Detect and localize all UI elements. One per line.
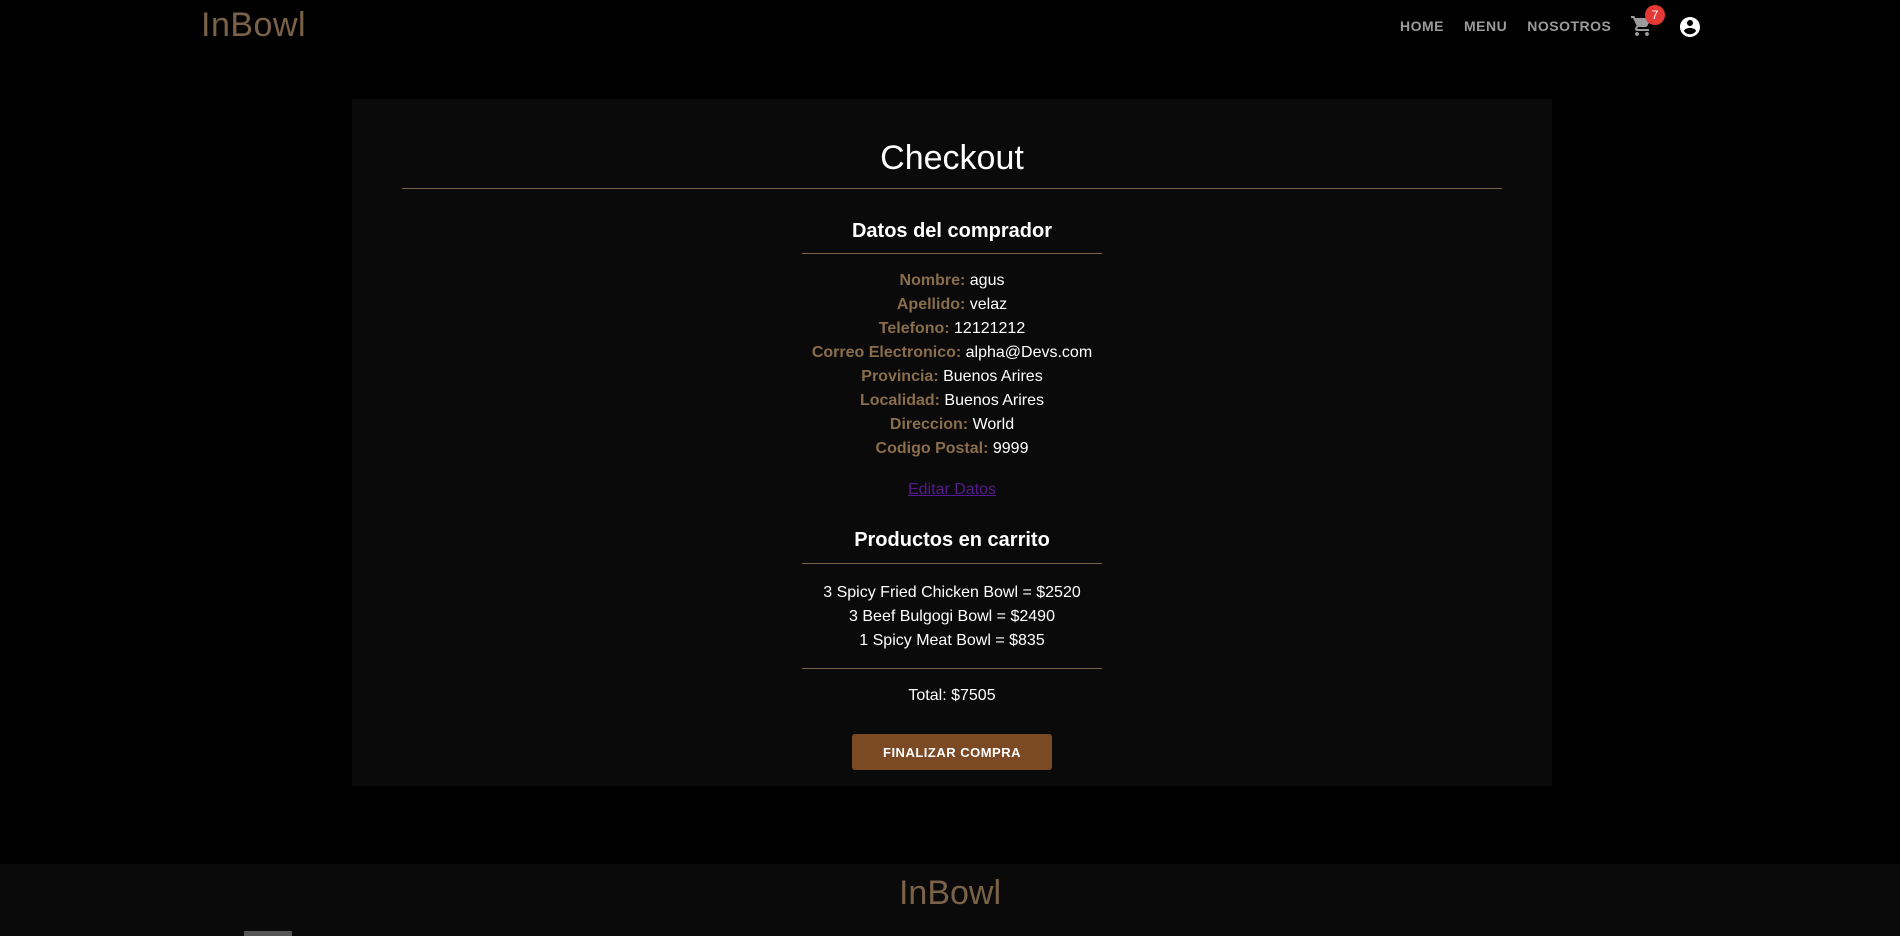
- field-value: 12121212: [954, 320, 1026, 337]
- field-value: agus: [969, 272, 1005, 289]
- field-label: Nombre:: [899, 272, 966, 289]
- nav-link-nosotros[interactable]: NOSOTROS: [1527, 18, 1611, 34]
- field-row-codigo-postal: Codigo Postal: 9999: [352, 437, 1552, 461]
- field-row-localidad: Localidad: Buenos Arires: [352, 389, 1552, 413]
- footer-brand: InBowl: [898, 874, 1002, 912]
- field-row-correo: Correo Electronico: alpha@Devs.com: [352, 341, 1552, 365]
- account-circle-icon[interactable]: [1678, 15, 1702, 39]
- title-divider: [402, 188, 1502, 189]
- buyer-field-list: Nombre: agus Apellido: velaz Telefono: 1…: [352, 269, 1552, 461]
- field-row-telefono: Telefono: 12121212: [352, 317, 1552, 341]
- field-row-direccion: Direccion: World: [352, 413, 1552, 437]
- field-label: Correo Electronico:: [811, 344, 962, 361]
- navbar: InBowl HOME MENU NOSOTROS 7: [0, 0, 1900, 52]
- field-value: Buenos Arires: [944, 392, 1045, 409]
- field-row-nombre: Nombre: agus: [352, 269, 1552, 293]
- total-divider: [802, 668, 1102, 669]
- field-label: Apellido:: [896, 296, 966, 313]
- page-title: Checkout: [880, 139, 1024, 177]
- field-value: World: [972, 416, 1015, 433]
- field-value: 9999: [992, 440, 1029, 457]
- nav-link-menu[interactable]: MENU: [1464, 18, 1507, 34]
- product-list: 3 Spicy Fried Chicken Bowl = $2520 3 Bee…: [352, 581, 1552, 653]
- field-label: Telefono:: [878, 320, 950, 337]
- list-item: 3 Beef Bulgogi Bowl = $2490: [849, 608, 1055, 625]
- list-item: 1 Spicy Meat Bowl = $835: [859, 632, 1045, 649]
- checkout-card: Checkout Datos del comprador Nombre: agu…: [352, 99, 1552, 786]
- nav-link-home[interactable]: HOME: [1400, 18, 1444, 34]
- field-row-apellido: Apellido: velaz: [352, 293, 1552, 317]
- field-value: alpha@Devs.com: [965, 344, 1093, 361]
- field-value: Buenos Arires: [943, 368, 1043, 385]
- finalize-purchase-button[interactable]: FINALIZAR COMPRA: [852, 734, 1052, 770]
- list-item: 3 Spicy Fried Chicken Bowl = $2520: [823, 584, 1081, 601]
- field-value: velaz: [969, 296, 1008, 313]
- buyer-section-divider: [802, 253, 1102, 254]
- brand-logo[interactable]: InBowl: [201, 6, 306, 45]
- nav-links: HOME MENU NOSOTROS: [1400, 18, 1631, 34]
- products-section-title: Productos en carrito: [854, 529, 1050, 551]
- horizontal-scrollbar-thumb[interactable]: [244, 931, 292, 936]
- field-label: Codigo Postal:: [875, 440, 989, 457]
- field-row-provincia: Provincia: Buenos Arires: [352, 365, 1552, 389]
- cart-count-badge: 7: [1645, 5, 1665, 25]
- footer: InBowl: [0, 864, 1900, 936]
- edit-data-link[interactable]: Editar Datos: [352, 481, 1552, 499]
- field-label: Provincia:: [861, 368, 939, 385]
- field-label: Localidad:: [859, 392, 940, 409]
- products-section-divider: [802, 563, 1102, 564]
- field-label: Direccion:: [889, 416, 969, 433]
- order-total: Total: $7505: [908, 687, 996, 704]
- buyer-section-title: Datos del comprador: [851, 220, 1053, 242]
